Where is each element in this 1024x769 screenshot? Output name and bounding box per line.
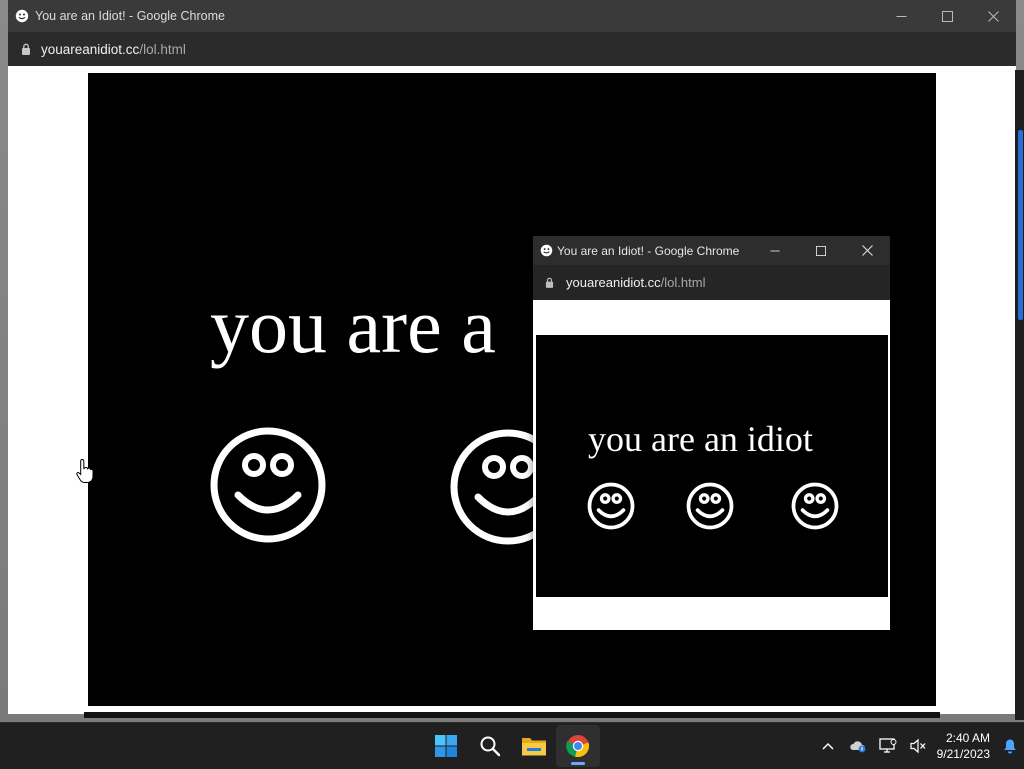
file-explorer-icon xyxy=(522,738,546,756)
start-icon xyxy=(435,735,457,757)
smiley-favicon-icon xyxy=(535,236,557,265)
chrome-button[interactable] xyxy=(556,725,600,767)
main-url-path: /lol.html xyxy=(139,41,186,57)
popup-black-panel: you are an idiot xyxy=(536,335,888,597)
main-message-text: you are a xyxy=(210,282,496,369)
main-url-domain: youareanidiot.cc xyxy=(41,41,140,57)
search-button[interactable] xyxy=(468,725,512,767)
background-window-edge xyxy=(1015,70,1024,720)
popup-message-text: you are an idiot xyxy=(588,419,813,459)
popup-address-bar[interactable]: youareanidiot.cc/lol.html xyxy=(533,265,890,300)
bell-icon xyxy=(1004,739,1016,754)
close-icon xyxy=(861,245,873,256)
main-address-bar[interactable]: youareanidiot.cc/lol.html xyxy=(8,32,1016,66)
close-button[interactable] xyxy=(844,236,890,265)
network-button[interactable] xyxy=(873,723,903,769)
smiley-face-icon xyxy=(587,482,635,530)
taskbar: 2:40 AM 9/21/2023 xyxy=(0,722,1024,769)
lock-icon[interactable] xyxy=(21,43,35,55)
smiley-favicon-icon xyxy=(10,0,34,32)
lock-icon[interactable] xyxy=(545,277,559,288)
smiley-face-icon xyxy=(791,482,839,530)
clock-date: 9/21/2023 xyxy=(936,747,990,761)
smiley-face-icon xyxy=(210,427,326,543)
main-window-title: You are an Idiot! - Google Chrome xyxy=(35,9,225,23)
minimize-button[interactable] xyxy=(752,236,798,265)
start-button[interactable] xyxy=(424,725,468,767)
popup-url-path: /lol.html xyxy=(660,275,706,290)
taskbar-apps xyxy=(424,725,600,767)
popup-window-title: You are an Idiot! - Google Chrome xyxy=(557,243,740,258)
minimize-button[interactable] xyxy=(878,0,924,32)
main-titlebar[interactable]: You are an Idiot! - Google Chrome xyxy=(8,0,1016,32)
speaker-muted-icon xyxy=(910,738,926,754)
onedrive-button[interactable] xyxy=(843,723,873,769)
close-icon xyxy=(987,10,999,22)
chevron-up-icon xyxy=(822,742,834,750)
maximize-icon xyxy=(941,10,953,22)
network-icon xyxy=(878,738,897,753)
popup-browser-window[interactable]: You are an Idiot! - Google Chrome youare… xyxy=(533,236,890,630)
background-window-strip xyxy=(84,712,940,718)
volume-button[interactable] xyxy=(903,723,933,769)
maximize-icon xyxy=(816,245,826,256)
notifications-button[interactable] xyxy=(996,723,1024,769)
search-icon xyxy=(480,736,501,757)
close-button[interactable] xyxy=(970,0,1016,32)
popup-page-content: you are an idiot xyxy=(533,300,890,630)
clock-time: 2:40 AM xyxy=(945,731,990,745)
system-tray: 2:40 AM 9/21/2023 xyxy=(813,723,1024,769)
popup-url-domain: youareanidiot.cc xyxy=(566,275,661,290)
minimize-icon xyxy=(896,15,906,17)
onedrive-icon xyxy=(849,741,866,753)
chrome-icon xyxy=(566,735,590,758)
minimize-icon xyxy=(770,250,780,251)
file-explorer-button[interactable] xyxy=(512,725,556,767)
clock[interactable]: 2:40 AM 9/21/2023 xyxy=(933,730,996,762)
show-hidden-icons-button[interactable] xyxy=(813,723,843,769)
hand-cursor-icon xyxy=(76,458,94,483)
maximize-button[interactable] xyxy=(924,0,970,32)
smiley-face-icon xyxy=(686,482,734,530)
maximize-button[interactable] xyxy=(798,236,844,265)
popup-titlebar[interactable]: You are an Idiot! - Google Chrome xyxy=(533,236,890,265)
